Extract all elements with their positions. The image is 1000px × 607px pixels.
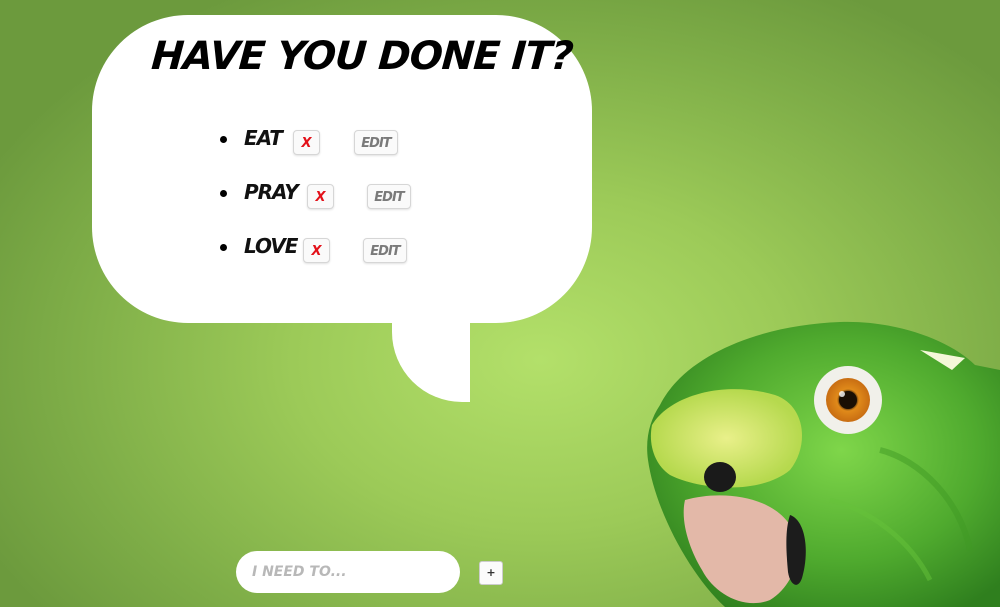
add-todo-button[interactable]: + <box>479 561 503 585</box>
todo-label: PRAY <box>244 180 299 204</box>
todo-label: LOVE <box>244 234 298 258</box>
bullet-icon <box>220 244 227 251</box>
delete-button[interactable]: X <box>307 184 334 209</box>
page-title: HAVE YOU DONE IT? <box>149 34 575 79</box>
edit-button[interactable]: EDIT <box>354 130 398 155</box>
new-todo-input[interactable] <box>236 551 460 593</box>
speech-bubble-tail <box>392 300 470 402</box>
delete-button[interactable]: X <box>293 130 320 155</box>
edit-button[interactable]: EDIT <box>363 238 407 263</box>
delete-button[interactable]: X <box>303 238 330 263</box>
todo-label: EAT <box>244 126 283 150</box>
bullet-icon <box>220 190 227 197</box>
bullet-icon <box>220 136 227 143</box>
parrot-image <box>647 321 1000 607</box>
edit-button[interactable]: EDIT <box>367 184 411 209</box>
